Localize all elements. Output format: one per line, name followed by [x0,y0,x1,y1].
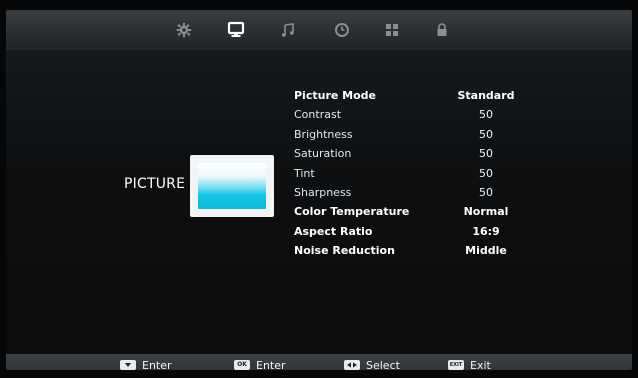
setting-row-tint[interactable]: Tint 50 [294,164,534,183]
setting-row-brightness[interactable]: Brightness 50 [294,125,534,144]
hint-label: Enter [142,358,172,371]
setting-value: Standard [457,89,515,102]
setting-row-color-temperature[interactable]: Color Temperature Normal [294,202,534,221]
setting-label: Aspect Ratio [294,224,373,238]
exit-key-icon: EXIT [448,360,464,370]
setting-label: Tint [294,166,315,180]
setting-row-contrast[interactable]: Contrast 50 [294,105,534,124]
hint-select: Select [344,356,400,370]
setting-value: 16:9 [472,224,500,238]
setting-row-sharpness[interactable]: Sharpness 50 [294,183,534,202]
hint-label: Exit [470,358,491,371]
setting-label: Saturation [294,147,352,161]
hint-label: Select [366,358,400,371]
left-right-key-icon [344,360,360,370]
setting-value: 50 [479,185,493,199]
setting-label: Sharpness [294,185,352,199]
picture-icon[interactable] [226,20,246,40]
setting-value: 50 [479,127,493,141]
hint-enter-down: Enter [120,356,172,370]
lock-icon[interactable] [432,20,452,40]
setting-label: Contrast [294,108,342,122]
hint-enter-ok: OK Enter [234,356,286,370]
setting-row-noise-reduction[interactable]: Noise Reduction Middle [294,241,534,260]
setting-row-aspect-ratio[interactable]: Aspect Ratio 16:9 [294,222,534,241]
key-hint-bar: Enter OK Enter Select EXIT Exit [6,354,632,370]
setting-row-picture-mode[interactable]: Picture Mode Standard [294,86,534,105]
picture-preview-image [190,155,274,217]
down-arrow-key-icon [120,360,136,370]
setting-value: Normal [463,205,509,219]
ok-key-icon: OK [234,360,250,370]
setting-label: Noise Reduction [294,244,395,258]
apps-icon[interactable] [382,20,402,40]
picture-preview-gradient [198,163,266,209]
section-title: PICTURE [124,176,186,192]
settings-icon[interactable] [174,20,194,40]
picture-settings-list: Picture Mode Standard Contrast 50 Bright… [294,86,534,261]
setting-value: Middle [465,244,507,258]
setting-value: 50 [479,166,493,180]
menu-tab-bar [6,10,632,50]
setting-value: 50 [479,108,493,122]
timer-icon[interactable] [332,20,352,40]
hint-label: Enter [256,358,286,371]
setting-label: Color Temperature [294,205,410,219]
setting-label: Picture Mode [294,89,376,102]
sound-icon[interactable] [278,20,298,40]
tv-screen: PICTURE Picture Mode Standard Contrast 5… [6,10,632,370]
hint-exit: EXIT Exit [448,356,491,370]
setting-row-saturation[interactable]: Saturation 50 [294,144,534,163]
setting-value: 50 [479,147,493,161]
setting-label: Brightness [294,127,353,141]
